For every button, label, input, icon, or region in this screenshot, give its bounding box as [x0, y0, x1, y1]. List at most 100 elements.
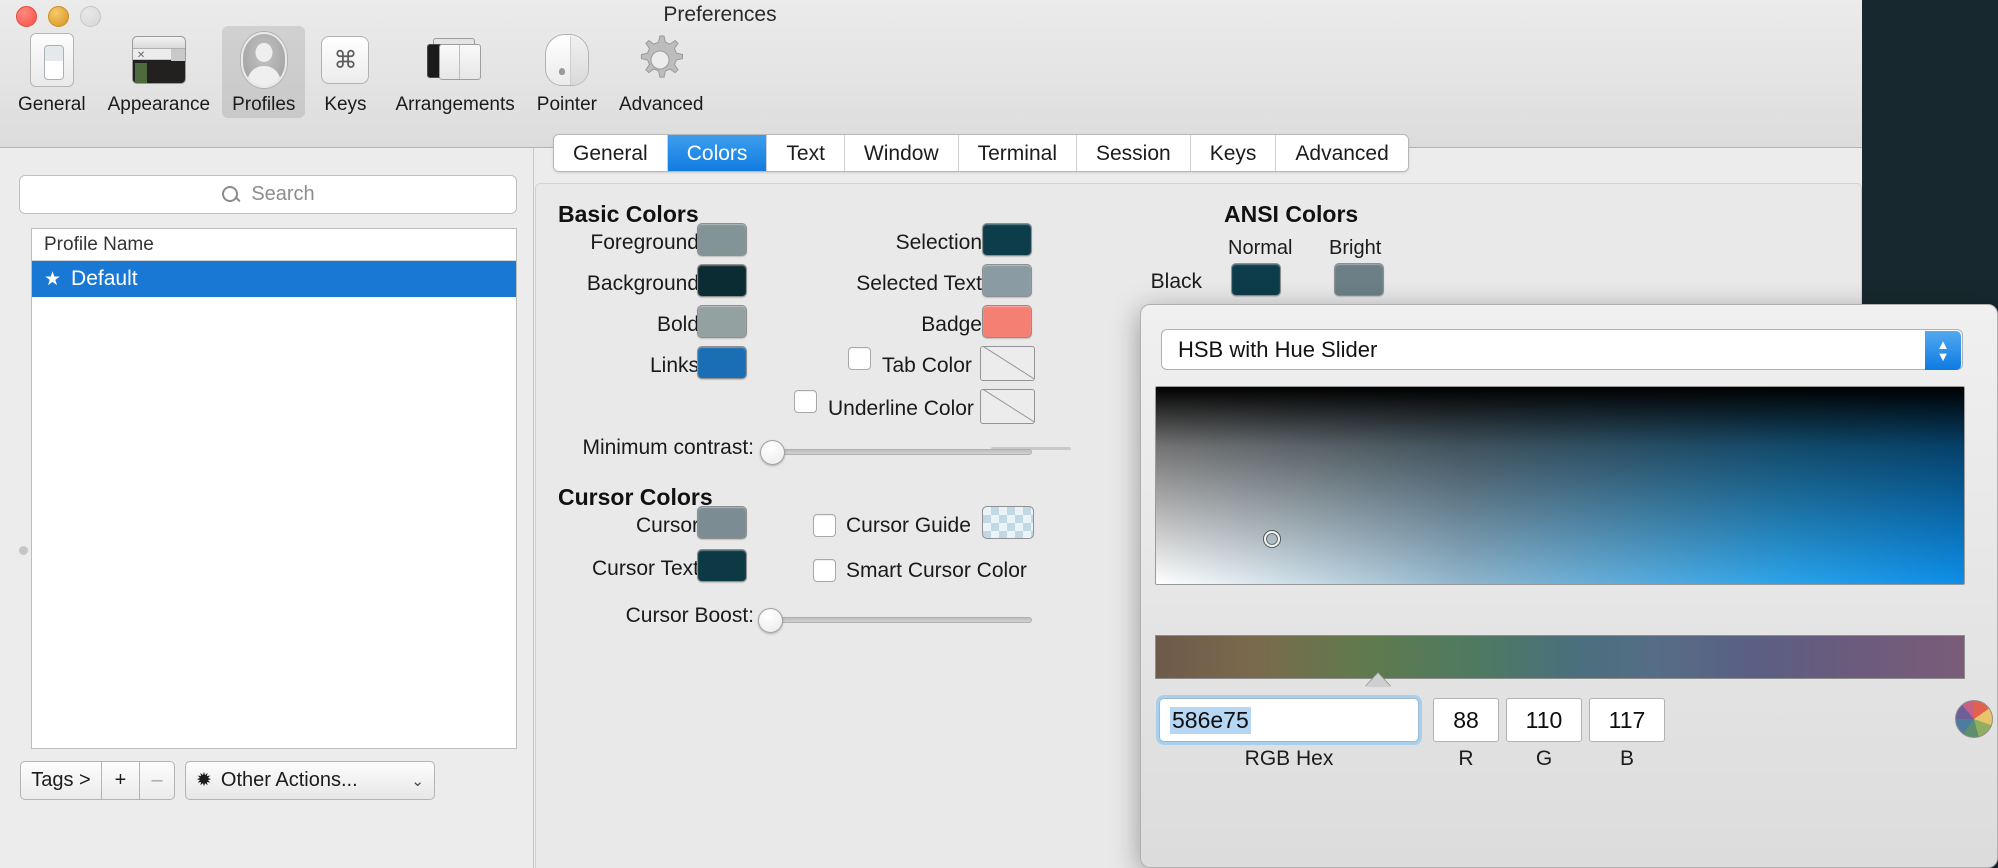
selected-text-label: Selected Text — [766, 272, 982, 296]
smart-cursor-color-checkbox[interactable] — [813, 559, 836, 582]
tab-color-swatch[interactable] — [980, 346, 1035, 381]
background-swatch[interactable] — [697, 264, 747, 297]
foreground-swatch[interactable] — [697, 223, 747, 256]
tab-window[interactable]: Window — [845, 135, 959, 172]
window-titlebar: Preferences General ✕ Appearanc — [0, 0, 1862, 148]
advanced-gear-icon — [633, 32, 689, 88]
toolbar-item-keys[interactable]: ⌘ Keys — [307, 26, 383, 118]
minimum-contrast-slider-track[interactable] — [766, 449, 1032, 455]
bold-label: Bold — [536, 313, 699, 337]
search-placeholder: Search — [251, 183, 314, 206]
color-picker-cursor[interactable] — [1264, 531, 1280, 547]
cursor-text-label: Cursor Text — [536, 557, 699, 581]
ansi-black-label: Black — [1099, 270, 1202, 294]
bold-swatch[interactable] — [697, 305, 747, 338]
rgb-hex-value: 586e75 — [1170, 707, 1251, 734]
tab-colors[interactable]: Colors — [668, 135, 768, 172]
picker-mode-stepper[interactable]: ▲ ▼ — [1925, 331, 1961, 370]
underline-color-swatch[interactable] — [980, 389, 1035, 424]
gear-icon: ✹ — [196, 769, 212, 792]
cursor-guide-swatch[interactable] — [982, 506, 1034, 539]
saturation-brightness-field[interactable] — [1155, 386, 1965, 585]
toolbar-label-profiles: Profiles — [232, 94, 295, 116]
tab-advanced[interactable]: Advanced — [1276, 135, 1407, 172]
selection-swatch[interactable] — [982, 223, 1032, 256]
cursor-boost-label: Cursor Boost: — [536, 604, 754, 628]
tags-button[interactable]: Tags > — [20, 761, 101, 800]
tab-text[interactable]: Text — [767, 135, 845, 172]
links-swatch[interactable] — [697, 346, 747, 379]
basic-colors-heading: Basic Colors — [558, 201, 699, 228]
keys-command-icon: ⌘ — [317, 32, 373, 88]
badge-label: Badge — [766, 313, 982, 337]
tab-general[interactable]: General — [554, 135, 668, 172]
cursor-boost-slider-knob[interactable] — [758, 608, 783, 633]
toolbar-item-profiles[interactable]: Profiles — [222, 26, 305, 118]
profile-list-header: Profile Name — [32, 229, 516, 261]
profiles-person-icon — [236, 32, 292, 88]
tab-color-checkbox[interactable] — [848, 347, 871, 370]
blue-input[interactable]: 117 — [1589, 698, 1665, 742]
underline-color-label: Underline Color — [828, 397, 982, 421]
red-caption: R — [1433, 747, 1499, 771]
pane-splitter-handle[interactable] — [19, 546, 28, 555]
blue-caption: B — [1589, 747, 1665, 771]
cursor-colors-heading: Cursor Colors — [558, 484, 713, 511]
minimum-contrast-label: Minimum contrast: — [536, 436, 754, 460]
appearance-window-icon: ✕ — [131, 32, 187, 88]
smart-cursor-color-label: Smart Cursor Color — [846, 559, 1106, 583]
ansi-bright-header: Bright — [1329, 237, 1381, 260]
selected-text-swatch[interactable] — [982, 264, 1032, 297]
tab-keys[interactable]: Keys — [1191, 135, 1277, 172]
preferences-toolbar: General ✕ Appearance Profiles — [8, 26, 716, 118]
cursor-label: Cursor — [536, 514, 699, 538]
picker-mode-label: HSB with Hue Slider — [1178, 337, 1377, 363]
toolbar-item-advanced[interactable]: Advanced — [609, 26, 714, 118]
hue-slider[interactable] — [1155, 635, 1965, 679]
search-input[interactable]: Search — [19, 175, 517, 214]
toolbar-item-pointer[interactable]: Pointer — [527, 26, 607, 118]
profile-list[interactable]: Profile Name ★ Default — [31, 228, 517, 749]
pointer-mouse-icon — [539, 32, 595, 88]
cursor-boost-slider-track[interactable] — [766, 617, 1032, 623]
color-wheel-icon[interactable] — [1955, 700, 1993, 738]
chevron-down-icon: ⌄ — [411, 772, 424, 790]
picker-mode-dropdown[interactable]: HSB with Hue Slider ▲ ▼ — [1161, 329, 1963, 370]
toolbar-label-keys: Keys — [324, 94, 366, 116]
add-profile-button[interactable]: + — [101, 761, 139, 800]
badge-swatch[interactable] — [982, 305, 1032, 338]
underline-color-checkbox[interactable] — [794, 390, 817, 413]
hue-slider-knob[interactable] — [1365, 673, 1391, 687]
toolbar-label-arrangements: Arrangements — [395, 94, 514, 116]
general-toggle-icon — [24, 32, 80, 88]
toolbar-item-arrangements[interactable]: Arrangements — [385, 26, 524, 118]
star-icon: ★ — [44, 268, 61, 291]
screen: Preferences General ✕ Appearanc — [0, 0, 1998, 868]
profiles-sidebar: Search Profile Name ★ Default Tags > + –… — [0, 148, 534, 868]
other-actions-dropdown[interactable]: ✹ Other Actions... ⌄ — [185, 761, 435, 800]
minimum-contrast-slider-knob[interactable] — [760, 440, 785, 465]
profile-list-item-default[interactable]: ★ Default — [32, 261, 516, 297]
other-actions-label: Other Actions... — [221, 769, 358, 792]
tab-terminal[interactable]: Terminal — [959, 135, 1077, 172]
cursor-swatch[interactable] — [697, 506, 747, 539]
cursor-text-swatch[interactable] — [697, 549, 747, 582]
toolbar-label-advanced: Advanced — [619, 94, 704, 116]
green-input[interactable]: 110 — [1506, 698, 1582, 742]
links-label: Links — [536, 354, 699, 378]
toolbar-item-general[interactable]: General — [8, 26, 96, 118]
tab-session[interactable]: Session — [1077, 135, 1191, 172]
stepper-down-icon: ▼ — [1937, 351, 1950, 363]
ansi-black-bright-swatch[interactable] — [1334, 263, 1384, 296]
toolbar-label-pointer: Pointer — [537, 94, 597, 116]
cursor-guide-checkbox[interactable] — [813, 514, 836, 537]
profiles-bottom-bar: Tags > + – ✹ Other Actions... ⌄ — [20, 761, 435, 800]
remove-profile-button[interactable]: – — [139, 761, 175, 800]
profile-name-label: Default — [71, 267, 138, 291]
ansi-black-normal-swatch[interactable] — [1231, 263, 1281, 296]
tab-color-label: Tab Color — [882, 354, 982, 378]
rgb-hex-input[interactable]: 586e75 — [1159, 698, 1419, 742]
red-input[interactable]: 88 — [1433, 698, 1499, 742]
toolbar-item-appearance[interactable]: ✕ Appearance — [98, 26, 220, 118]
toolbar-label-appearance: Appearance — [108, 94, 210, 116]
